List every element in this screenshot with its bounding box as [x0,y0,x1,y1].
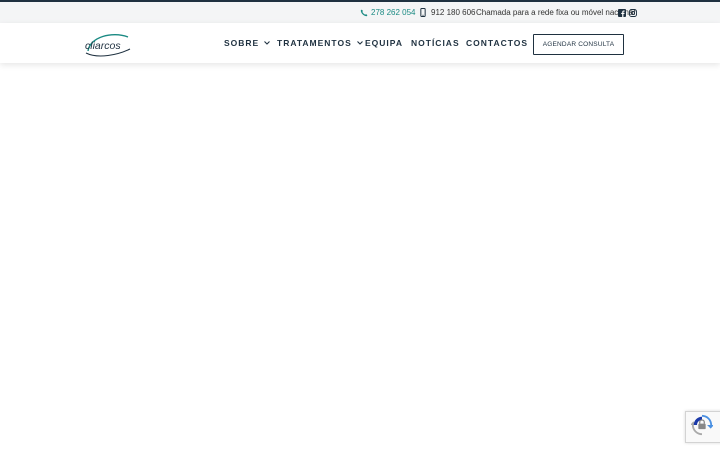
facebook-link[interactable] [618,2,626,23]
recaptcha-icon [690,414,714,441]
phone-mobile-number: 912 180 606 [431,8,476,17]
phone-landline-number: 278 262 054 [371,8,416,17]
instagram-icon [629,8,637,17]
phone-landline-link[interactable]: 278 262 054 [360,2,416,23]
nav-noticias-label: NOTÍCIAS [411,38,460,48]
nav-contactos-label: CONTACTOS [466,38,529,48]
nav-contactos[interactable]: CONTACTOS [466,23,528,63]
nav-tratamentos[interactable]: TRATAMENTOS [277,23,363,63]
chevron-down-icon [264,41,271,45]
call-note-text: Chamada para a rede fixa ou móvel nacion… [476,8,638,17]
phone-icon [360,9,368,17]
recaptcha-badge[interactable] [685,411,720,443]
chevron-down-icon [356,41,363,45]
nav-tratamentos-label: TRATAMENTOS [277,38,352,48]
book-appointment-button[interactable]: AGENDAR CONSULTA [533,34,624,55]
phone-mobile-link[interactable]: 912 180 606 [420,2,476,23]
facebook-icon [618,8,626,17]
mobile-phone-icon [420,8,426,17]
instagram-link[interactable] [629,2,637,23]
main-header: cliarcos SOBRE TRATAMENTOS EQUIPA NOTÍCI… [0,23,720,63]
top-contact-bar: 278 262 054 912 180 606 Chamada para a r… [0,2,720,23]
nav-noticias[interactable]: NOTÍCIAS [411,23,460,63]
nav-equipa[interactable]: EQUIPA [365,23,403,63]
nav-sobre-label: SOBRE [224,38,260,48]
nav-sobre[interactable]: SOBRE [224,23,271,63]
nav-equipa-label: EQUIPA [365,38,403,48]
